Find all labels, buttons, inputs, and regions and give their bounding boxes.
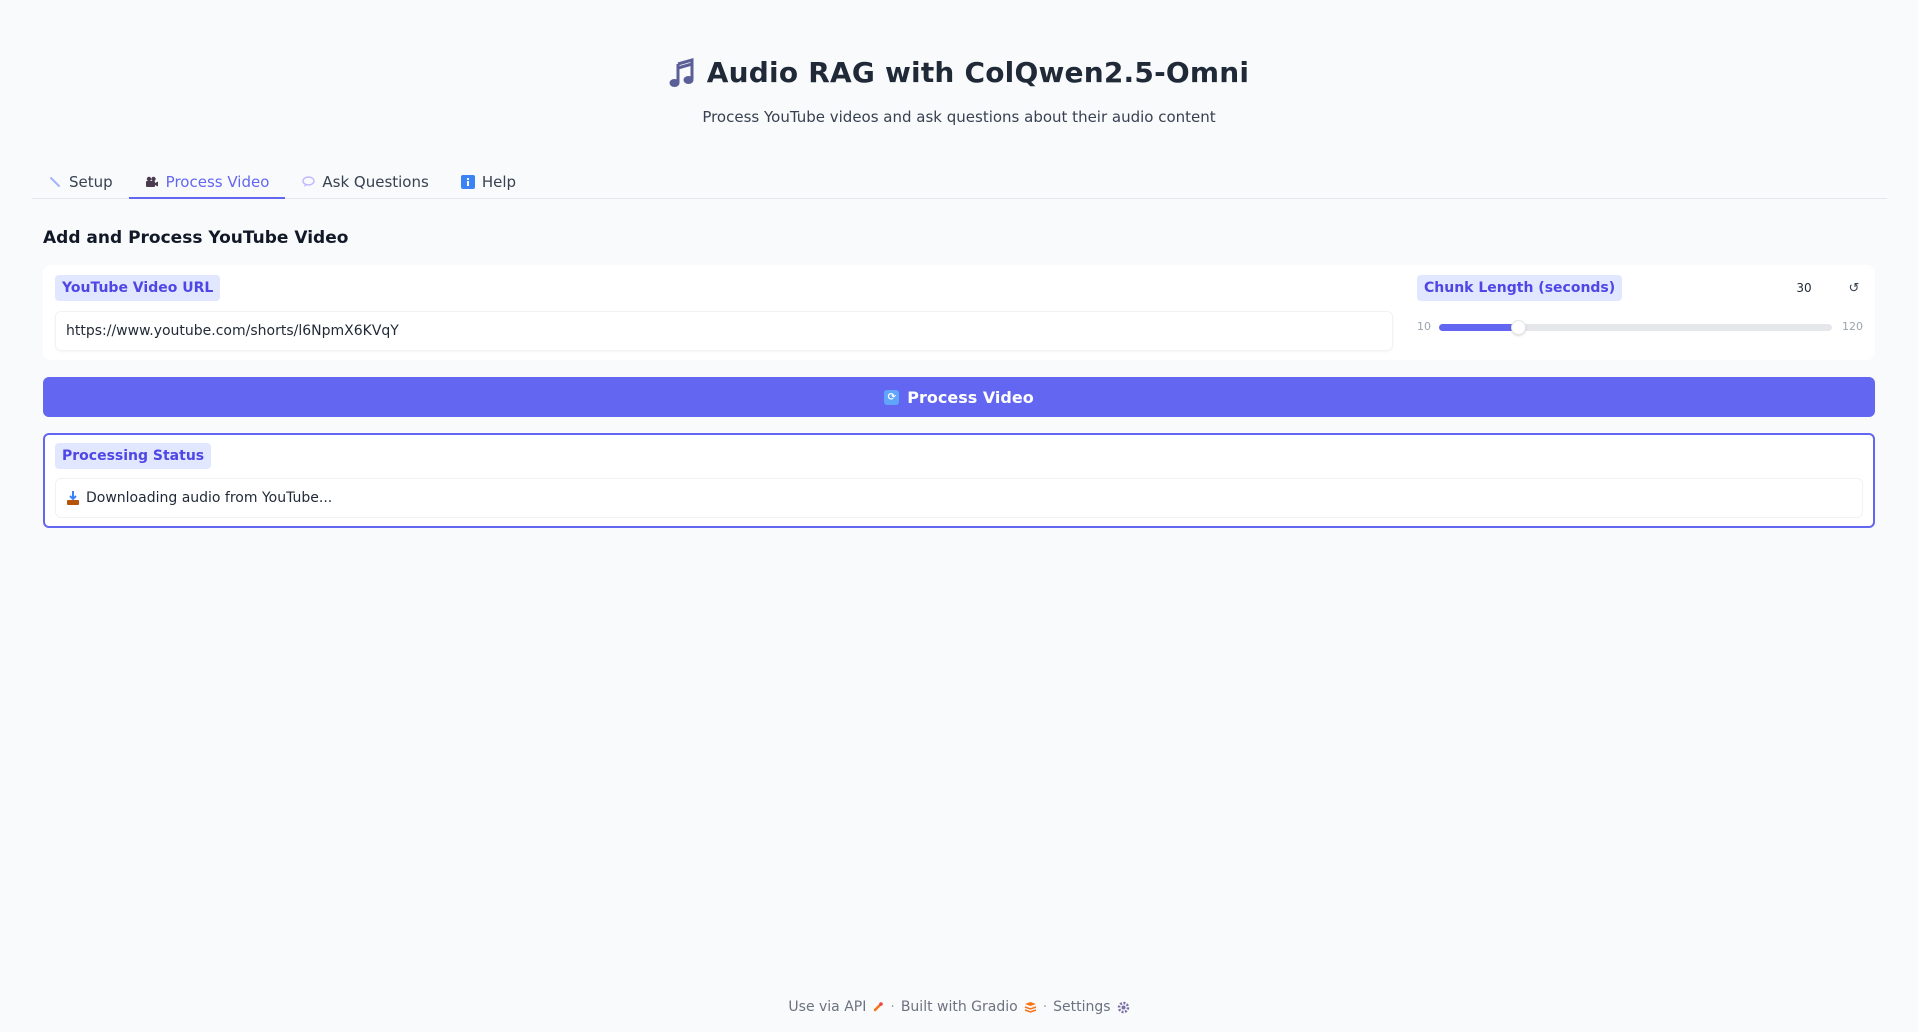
chunk-length-slider[interactable] — [1439, 320, 1832, 335]
refresh-icon: ⟳ — [884, 389, 900, 405]
rocket-icon — [874, 1002, 884, 1012]
video-camera-icon — [145, 175, 159, 189]
tab-setup-label: Setup — [69, 172, 113, 191]
tab-help-label: Help — [481, 172, 517, 191]
page-subtitle: Process YouTube videos and ask questions… — [702, 107, 1216, 126]
tab-setup[interactable]: Setup — [32, 165, 129, 198]
chunk-length-label: Chunk Length (seconds) — [1417, 275, 1623, 301]
processing-status-panel: Processing Status Downloading audio from… — [43, 433, 1875, 528]
section-title: Add and Process YouTube Video — [43, 228, 349, 248]
url-field-container — [55, 311, 1393, 351]
page-header: Audio RAG with ColQwen2.5-Omni Process Y… — [0, 56, 1918, 126]
music-note-icon — [669, 57, 694, 87]
youtube-url-input[interactable] — [56, 312, 1392, 350]
settings-link[interactable]: Settings — [1053, 999, 1129, 1015]
gradio-logo-icon — [1024, 1002, 1036, 1013]
use-via-api-link[interactable]: Use via API — [788, 999, 884, 1015]
processing-status-text: Downloading audio from YouTube... — [86, 490, 333, 506]
footer: Use via API · Built with Gradio · Settin… — [0, 999, 1918, 1015]
slider-fill — [1439, 324, 1518, 331]
built-with-gradio-link[interactable]: Built with Gradio — [901, 999, 1037, 1015]
inbox-tray-icon — [67, 491, 79, 505]
footer-separator: · — [890, 999, 895, 1015]
settings-label: Settings — [1053, 999, 1111, 1015]
slider-thumb[interactable] — [1511, 320, 1526, 335]
process-video-button-label: Process Video — [907, 387, 1034, 407]
tab-help[interactable]: Help — [445, 165, 532, 198]
built-with-gradio-label: Built with Gradio — [900, 999, 1018, 1015]
tab-bar: Setup Process Video Ask Questions Help — [32, 166, 1887, 199]
tab-ask-questions-label: Ask Questions — [322, 172, 429, 191]
slider-min-label: 10 — [1417, 320, 1431, 333]
processing-status-output: Downloading audio from YouTube... — [55, 478, 1863, 518]
app-root: Audio RAG with ColQwen2.5-Omni Process Y… — [0, 0, 1918, 1032]
input-panel: YouTube Video URL Chunk Length (seconds)… — [43, 265, 1875, 360]
tab-process-video-label: Process Video — [165, 172, 270, 191]
url-field-label: YouTube Video URL — [55, 275, 221, 301]
process-video-button[interactable]: ⟳ Process Video — [43, 377, 1875, 417]
processing-status-label: Processing Status — [55, 443, 212, 469]
use-via-api-label: Use via API — [788, 999, 867, 1015]
footer-separator: · — [1042, 999, 1048, 1015]
chunk-length-number-input[interactable]: 30 — [1765, 277, 1843, 299]
wrench-icon — [48, 175, 62, 189]
slider-max-label: 120 — [1842, 320, 1863, 333]
speech-bubble-icon — [301, 175, 315, 189]
title-row: Audio RAG with ColQwen2.5-Omni — [669, 56, 1249, 89]
page-title: Audio RAG with ColQwen2.5-Omni — [706, 56, 1250, 89]
reset-icon[interactable]: ↺ — [1843, 277, 1865, 299]
gear-icon — [1117, 1001, 1129, 1013]
info-icon — [460, 174, 475, 189]
tab-ask-questions[interactable]: Ask Questions — [285, 165, 444, 198]
tab-process-video[interactable]: Process Video — [128, 166, 286, 199]
